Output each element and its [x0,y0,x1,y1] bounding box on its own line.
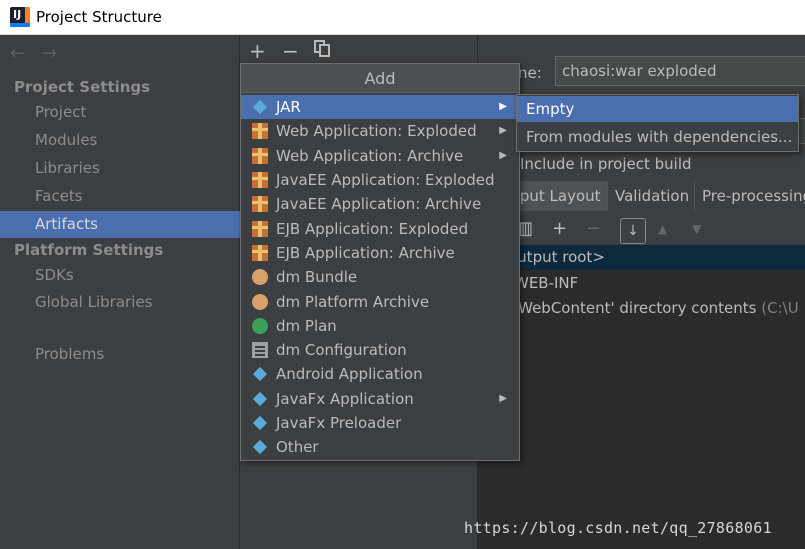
tab-output-layout[interactable]: tput Layout [508,181,608,211]
watermark: https://blog.csdn.net/qq_27868061 [464,519,772,537]
menu-item-javaee-application-exploded[interactable]: JavaEE Application: Exploded [241,168,519,192]
menu-item-label: JavaFx Preloader [276,414,402,432]
menu-item-other[interactable]: Other [241,435,519,459]
type-combo[interactable] [798,118,805,144]
add-element-icon[interactable]: + [552,218,567,239]
diamond-icon [252,439,268,455]
menu-item-web-application-archive[interactable]: Web Application: Archive ▶ [241,144,519,168]
sort-icon[interactable]: ↓ [620,218,646,244]
bundle-icon [252,294,268,310]
menu-item-javaee-application-archive[interactable]: JavaEE Application: Archive [241,192,519,216]
menu-item-label: Other [276,438,319,456]
submenu-item-empty[interactable]: Empty [517,96,798,122]
add-artifact-button[interactable]: + [249,39,266,63]
menu-item-dm-configuration[interactable]: dm Configuration [241,338,519,362]
menu-item-web-application-exploded[interactable]: Web Application: Exploded ▶ [241,119,519,143]
submenu-arrow-icon: ▶ [499,150,507,161]
nav-arrows: ← → [10,43,69,64]
menu-item-label: JavaFx Application [276,390,414,408]
sidebar-item-libraries[interactable]: Libraries [0,155,240,182]
sidebar-item-problems[interactable]: Problems [0,341,240,368]
menu-item-label: dm Configuration [276,341,407,359]
sidebar-item-facets[interactable]: Facets [0,183,240,210]
move-down-icon[interactable]: ▼ [692,222,701,236]
gift-icon [252,148,268,164]
submenu-arrow-icon: ▶ [499,125,507,136]
bundle-icon [252,269,268,285]
submenu-arrow-icon: ▶ [499,101,507,112]
sidebar-item-sdks[interactable]: SDKs [0,262,240,289]
sidebar-item-project[interactable]: Project [0,99,240,126]
diamond-icon [252,99,268,115]
tree-row-webcontent[interactable]: 'WebContent' directory contents (C:\U [478,296,805,321]
intellij-logo-icon: IJ [10,7,30,27]
sidebar: ← → Project Settings Project Modules Lib… [0,35,240,549]
document-icon [252,342,268,358]
sidebar-item-modules[interactable]: Modules [0,127,240,154]
gift-icon [252,123,268,139]
gift-icon [252,245,268,261]
tree-row-path: (C:\U [761,299,799,317]
menu-item-label: EJB Application: Exploded [276,220,469,238]
add-artifact-popup: Add JAR ▶ Web Application: Exploded ▶ We… [240,63,520,461]
sidebar-item-global-libraries[interactable]: Global Libraries [0,289,240,316]
copy-icon[interactable] [314,40,330,57]
sidebar-item-artifacts[interactable]: Artifacts [0,211,240,238]
menu-item-label: JavaEE Application: Archive [276,195,482,213]
menu-item-dm-platform-archive[interactable]: dm Platform Archive [241,290,519,314]
menu-item-label: JAR [276,98,301,116]
diamond-icon [252,366,268,382]
tree-row-output-root[interactable]: output root> [478,245,805,270]
output-layout-tree: output root> WEB-INF 'WebContent' direct… [478,245,805,549]
menu-item-dm-bundle[interactable]: dm Bundle [241,265,519,289]
menu-item-ejb-application-exploded[interactable]: EJB Application: Exploded [241,217,519,241]
diamond-icon [252,415,268,431]
menu-item-label: Web Application: Archive [276,147,464,165]
menu-item-javafx-preloader[interactable]: JavaFx Preloader [241,411,519,435]
back-arrow-icon[interactable]: ← [10,43,25,64]
move-up-icon[interactable]: ▲ [658,222,667,236]
gift-icon [252,196,268,212]
project-settings-header: Project Settings [14,78,151,96]
menu-item-dm-plan[interactable]: dm Plan [241,314,519,338]
submenu-item-from-modules[interactable]: From modules with dependencies... [517,124,798,150]
globe-icon [252,318,268,334]
gift-icon [252,172,268,188]
remove-element-icon[interactable]: − [586,218,601,239]
menu-item-label: dm Plan [276,317,337,335]
forward-arrow-icon[interactable]: → [42,43,57,64]
tree-row-label: 'WebContent' directory contents [514,299,757,317]
menu-item-javafx-application[interactable]: JavaFx Application ▶ [241,387,519,411]
tab-pre-processing[interactable]: Pre-processing [696,181,805,211]
name-label: ne: [518,64,542,82]
menu-item-label: Web Application: Exploded [276,122,477,140]
menu-item-label: dm Platform Archive [276,293,430,311]
window-title: Project Structure [36,8,162,26]
jar-submenu: Empty From modules with dependencies... [516,94,799,152]
include-in-build-checkbox[interactable]: Include in project build [520,155,692,173]
gift-icon [252,221,268,237]
submenu-arrow-icon: ▶ [499,393,507,404]
tab-validation[interactable]: Validation [609,181,695,211]
menu-item-jar[interactable]: JAR ▶ [241,95,519,119]
platform-settings-header: Platform Settings [14,241,164,259]
diamond-icon [252,391,268,407]
menu-item-label: EJB Application: Archive [276,244,455,262]
title-bar: IJ Project Structure [0,0,805,35]
menu-item-label: JavaEE Application: Exploded [276,171,495,189]
tree-row-web-inf[interactable]: WEB-INF [478,271,805,296]
menu-item-ejb-application-archive[interactable]: EJB Application: Archive [241,241,519,265]
menu-item-label: Android Application [276,365,423,383]
menu-item-android-application[interactable]: Android Application [241,362,519,386]
remove-artifact-button[interactable]: − [282,39,299,63]
artifact-name-field[interactable]: chaosi:war exploded [555,56,805,86]
menu-item-label: dm Bundle [276,268,358,286]
popup-title: Add [241,64,519,93]
